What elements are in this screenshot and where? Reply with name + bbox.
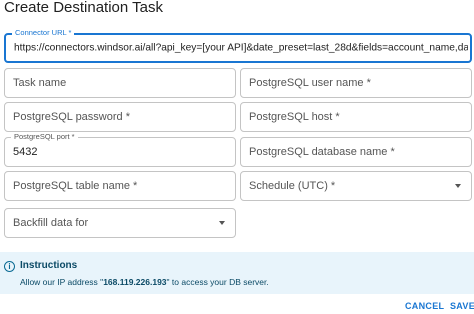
chevron-down-icon (219, 221, 225, 225)
postgresql-host-field[interactable]: PostgreSQL host * (240, 102, 472, 132)
postgresql-password-placeholder: PostgreSQL password * (13, 111, 130, 123)
postgresql-host-placeholder: PostgreSQL host * (249, 111, 340, 123)
ip-address: 168.119.226.193 (103, 277, 167, 287)
task-name-placeholder: Task name (13, 77, 67, 89)
postgresql-user-placeholder: PostgreSQL user name * (249, 77, 371, 89)
dialog-title: Create Destination Task (4, 0, 163, 16)
instructions-text-after: " to access your DB server. (166, 277, 269, 287)
connector-url-label: Connector URL * (12, 28, 75, 38)
instructions-text: Allow our IP address "168.119.226.193" t… (20, 277, 269, 287)
chevron-down-icon (455, 184, 461, 188)
cancel-button[interactable]: CANCEL (405, 301, 444, 311)
connector-url-input[interactable] (14, 42, 468, 54)
schedule-select[interactable]: Schedule (UTC) * (240, 171, 472, 201)
postgresql-user-field[interactable]: PostgreSQL user name * (240, 68, 472, 98)
instructions-text-before: Allow our IP address " (20, 277, 104, 287)
postgresql-port-field[interactable]: PostgreSQL port * (4, 132, 236, 167)
postgresql-port-input[interactable] (13, 146, 233, 158)
info-icon: i (4, 261, 15, 272)
connector-url-field[interactable]: Connector URL * (4, 28, 472, 63)
save-button[interactable]: SAVE (450, 301, 474, 311)
schedule-placeholder: Schedule (UTC) * (249, 180, 336, 192)
instructions-alert: i Instructions Allow our IP address "168… (0, 252, 474, 294)
postgresql-password-field[interactable]: PostgreSQL password * (4, 102, 236, 132)
postgresql-table-field[interactable]: PostgreSQL table name * (4, 171, 236, 201)
postgresql-database-field[interactable]: PostgreSQL database name * (240, 137, 472, 167)
postgresql-database-placeholder: PostgreSQL database name * (249, 146, 395, 158)
postgresql-port-label: PostgreSQL port * (11, 132, 78, 142)
backfill-select[interactable]: Backfill data for (4, 208, 236, 238)
backfill-placeholder: Backfill data for (13, 217, 89, 229)
instructions-title: Instructions (20, 260, 78, 271)
task-name-field[interactable]: Task name (4, 68, 236, 98)
postgresql-table-placeholder: PostgreSQL table name * (13, 180, 138, 192)
